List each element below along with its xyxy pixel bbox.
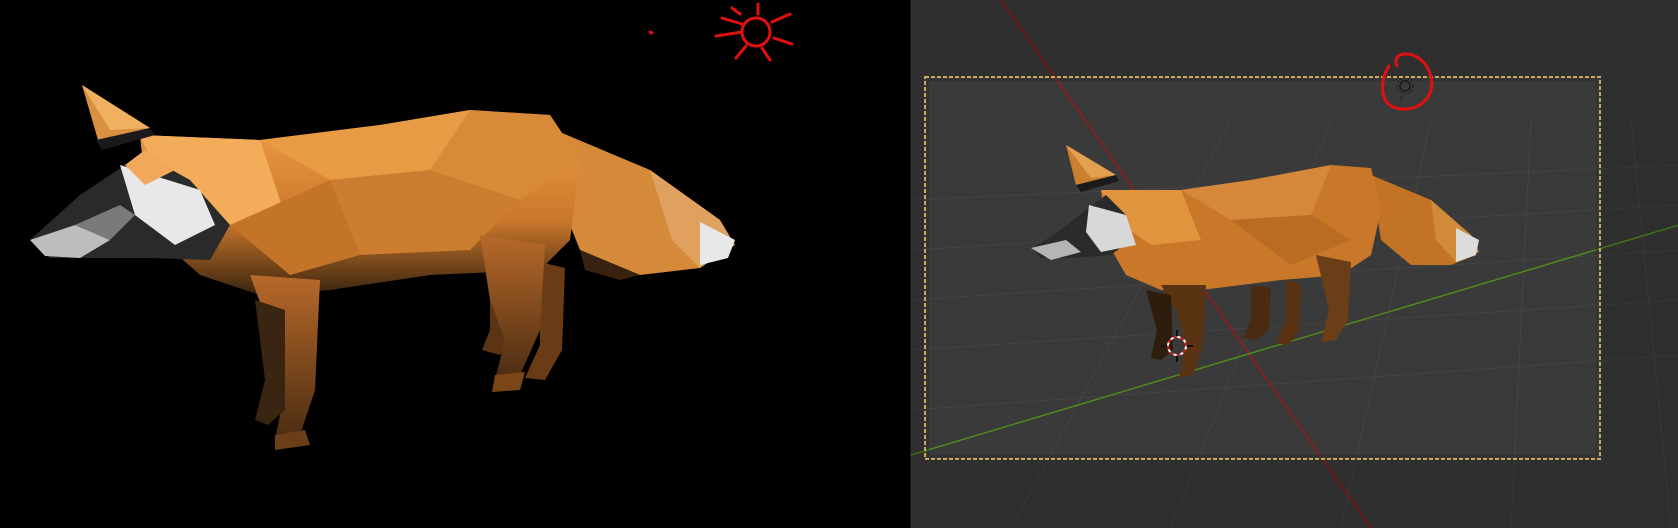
viewport-canvas[interactable]	[911, 0, 1678, 528]
light-icon[interactable]	[1396, 77, 1414, 101]
sun-icon	[648, 2, 794, 62]
render-result-panel	[0, 0, 910, 528]
comparison-stage	[0, 0, 1678, 528]
fox-model-render	[30, 85, 735, 450]
viewport-3d-panel[interactable]	[910, 0, 1678, 528]
render-canvas	[30, 2, 794, 450]
fox-model-viewport[interactable]	[1031, 145, 1479, 378]
